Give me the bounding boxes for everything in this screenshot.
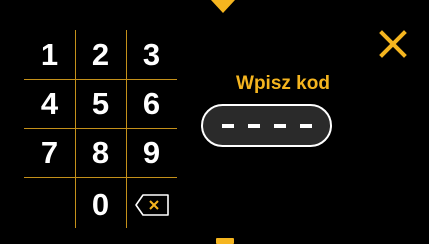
triangle-down-icon [211,0,235,13]
code-digit-slot [247,123,260,128]
key-6[interactable]: 6 [126,79,177,128]
key-8[interactable]: 8 [75,128,126,177]
keypad-divider [24,177,177,178]
backspace-x-icon [134,193,169,216]
code-entry-screen: 1 2 3 4 5 6 7 8 9 0 Wpisz kod - - - - [0,0,429,244]
close-x-icon [379,30,407,58]
code-placeholder-text: - - - - [266,125,267,126]
numeric-keypad: 1 2 3 4 5 6 7 8 9 0 [24,30,177,228]
backspace-button[interactable] [126,180,177,229]
key-9[interactable]: 9 [126,128,177,177]
enter-code-label: Wpisz kod [236,73,330,94]
key-2[interactable]: 2 [75,30,126,79]
code-input-field[interactable]: - - - - [201,104,332,147]
key-7[interactable]: 7 [24,128,75,177]
code-digit-slot [273,123,286,128]
key-1[interactable]: 1 [24,30,75,79]
bar-icon [216,238,234,244]
code-digit-slot [221,123,234,128]
key-4[interactable]: 4 [24,79,75,128]
key-0[interactable]: 0 [75,180,126,229]
code-digit-slot [299,123,312,128]
key-3[interactable]: 3 [126,30,177,79]
key-5[interactable]: 5 [75,79,126,128]
close-button[interactable] [377,28,409,60]
